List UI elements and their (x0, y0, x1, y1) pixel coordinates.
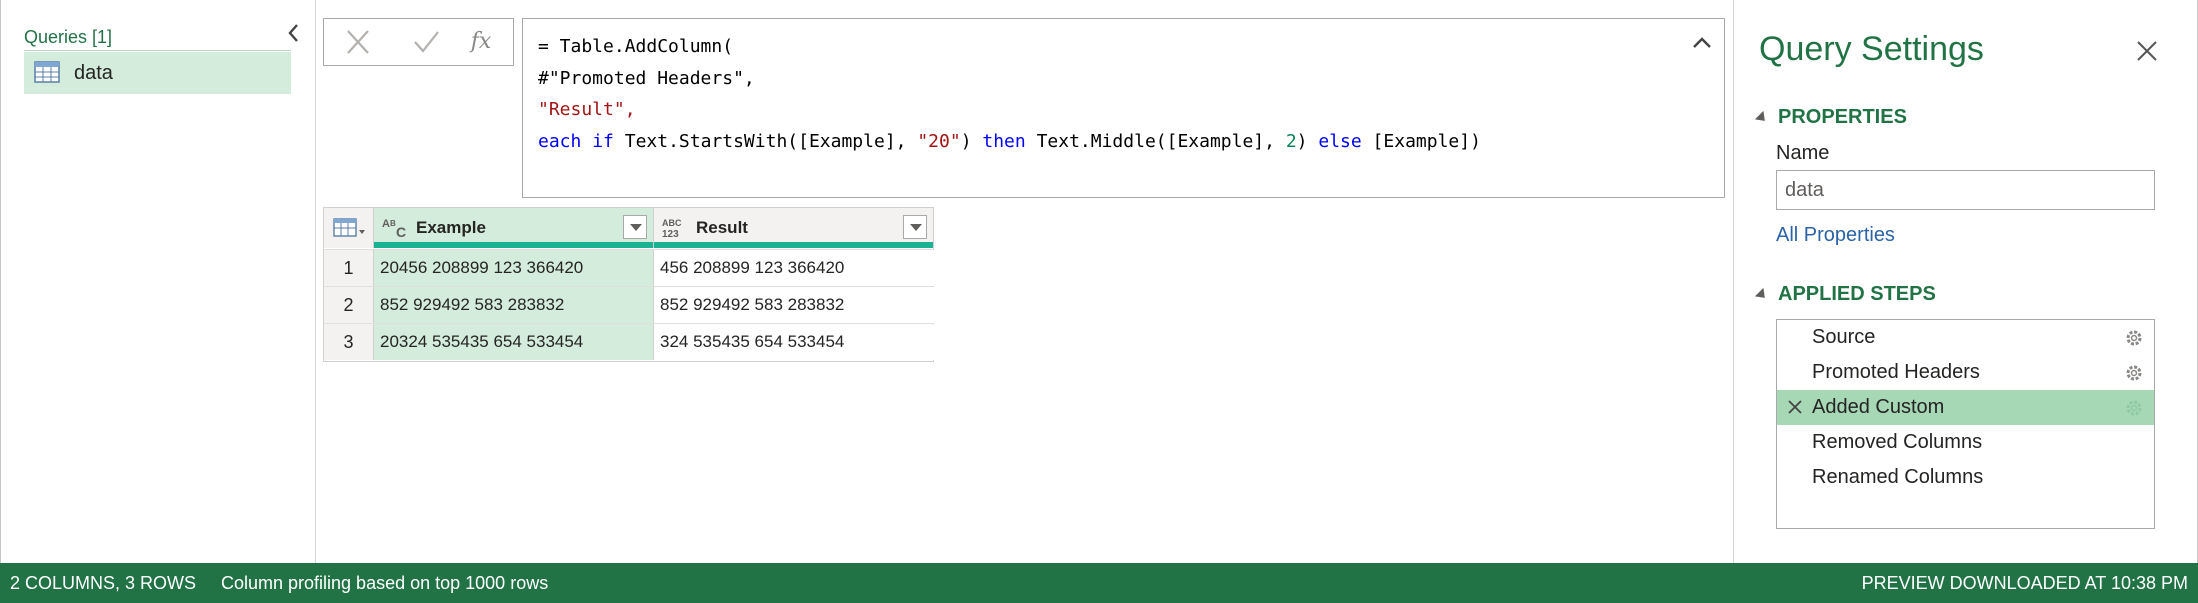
applied-steps-section-toggle[interactable]: APPLIED STEPS (1754, 283, 1936, 306)
properties-section-toggle[interactable]: PROPERTIES (1754, 106, 1907, 129)
gear-icon[interactable] (2124, 363, 2144, 383)
query-settings-title: Query Settings (1759, 30, 1984, 68)
formula-line-4: each if Text.StartsWith([Example], "20")… (538, 130, 1481, 152)
data-grid: A B C Example ABC 123 Result 1 20456 208… (323, 207, 934, 362)
query-settings-pane: Query Settings PROPERTIES Name All Prope… (1733, 0, 2198, 563)
close-settings-button[interactable] (2134, 38, 2160, 64)
column-name: Example (416, 218, 486, 237)
step-label: Promoted Headers (1812, 361, 1980, 383)
queries-title: Queries [1] (24, 27, 113, 47)
step-promoted-headers[interactable]: Promoted Headers (1777, 355, 2154, 390)
status-summary: 2 COLUMNS, 3 ROWS (10, 573, 197, 593)
column-filter-dropdown[interactable] (903, 215, 927, 239)
column-name: Result (696, 218, 748, 237)
text-type-icon[interactable]: A B C (382, 217, 410, 240)
svg-text:A: A (382, 218, 390, 230)
cell-result[interactable]: 456 208899 123 366420 (654, 250, 934, 286)
check-icon (414, 31, 439, 53)
column-header-example[interactable]: A B C Example (374, 208, 654, 248)
cell-result[interactable]: 852 929492 583 283832 (654, 287, 934, 323)
gear-icon[interactable] (2124, 398, 2144, 418)
cell-example[interactable]: 852 929492 583 283832 (374, 287, 654, 323)
column-quality-bar (374, 242, 653, 248)
queries-pane: Queries [1] data (0, 0, 316, 563)
table-menu-button[interactable] (324, 208, 374, 248)
table-row: 3 20324 535435 654 533454 324 535435 654… (324, 323, 934, 360)
step-removed-columns[interactable]: Removed Columns (1777, 425, 2154, 460)
column-filter-dropdown[interactable] (623, 215, 647, 239)
column-quality-bar (654, 242, 933, 248)
table-icon (34, 61, 60, 83)
chevron-up-icon (1693, 37, 1711, 48)
delete-step-icon[interactable] (1787, 399, 1803, 415)
power-query-editor: Queries [1] data fx = Table.AddColumn(#… (0, 0, 2198, 603)
any-type-icon[interactable]: ABC 123 (662, 217, 690, 240)
formula-editor[interactable]: = Table.AddColumn( #"Promoted Headers", "R… (522, 18, 1725, 198)
close-icon (347, 30, 369, 54)
svg-text:C: C (396, 224, 406, 239)
svg-text:123: 123 (662, 229, 679, 239)
queries-divider (24, 50, 291, 51)
query-item-label: data (74, 62, 113, 84)
close-icon (2137, 41, 2157, 61)
table-menu-icon (333, 218, 365, 237)
step-label: Added Custom (1812, 396, 1945, 418)
formula-code[interactable]: = Table.AddColumn( #"Promoted Headers", "R… (538, 31, 1481, 157)
status-profiling[interactable]: Column profiling based on top 1000 rows (221, 573, 548, 594)
commit-formula-button[interactable] (410, 27, 442, 57)
gear-icon[interactable] (2124, 328, 2144, 348)
formula-line-3: "Result", (538, 99, 636, 120)
status-bar: 2 COLUMNS, 3 ROWS Column profiling based… (0, 563, 2198, 603)
fx-icon[interactable]: fx (465, 27, 497, 57)
cancel-formula-button[interactable] (342, 27, 374, 57)
applied-steps-heading: APPLIED STEPS (1778, 283, 1936, 305)
cell-example[interactable]: 20324 535435 654 533454 (374, 324, 654, 360)
formula-bar-buttons: fx (323, 18, 514, 66)
query-item-data[interactable]: data (24, 52, 291, 94)
row-number[interactable]: 1 (324, 250, 374, 286)
step-label: Removed Columns (1812, 431, 1983, 453)
collapse-triangle-icon (1754, 110, 1770, 125)
column-header-result[interactable]: ABC 123 Result (654, 208, 934, 248)
row-number[interactable]: 2 (324, 287, 374, 323)
collapse-triangle-icon (1754, 287, 1770, 302)
collapse-queries-button[interactable] (283, 20, 305, 46)
step-renamed-columns[interactable]: Renamed Columns (1777, 460, 2154, 495)
collapse-formula-button[interactable] (1690, 33, 1714, 53)
chevron-left-icon (288, 24, 298, 42)
query-name-input[interactable] (1776, 170, 2155, 210)
table-row: 1 20456 208899 123 366420 456 208899 123… (324, 249, 934, 286)
step-label: Renamed Columns (1812, 466, 1984, 488)
step-label: Source (1812, 326, 1876, 348)
cell-example[interactable]: 20456 208899 123 366420 (374, 250, 654, 286)
properties-heading: PROPERTIES (1778, 106, 1907, 128)
step-source[interactable]: Source (1777, 320, 2154, 355)
all-properties-link[interactable]: All Properties (1776, 224, 1895, 247)
step-added-custom[interactable]: Added Custom (1777, 390, 2154, 425)
applied-steps-list: Source Promoted Headers Added Custom Rem… (1776, 319, 2155, 529)
formula-line-2: #"Promoted Headers", (538, 67, 755, 89)
row-number[interactable]: 3 (324, 324, 374, 360)
formula-line-1: = Table.AddColumn( (538, 36, 734, 57)
svg-text:ABC: ABC (662, 218, 682, 228)
cell-result[interactable]: 324 535435 654 533454 (654, 324, 934, 360)
table-row: 2 852 929492 583 283832 852 929492 583 2… (324, 286, 934, 323)
status-preview: PREVIEW DOWNLOADED AT 10:38 PM (1861, 573, 2188, 593)
name-label: Name (1776, 142, 1830, 164)
